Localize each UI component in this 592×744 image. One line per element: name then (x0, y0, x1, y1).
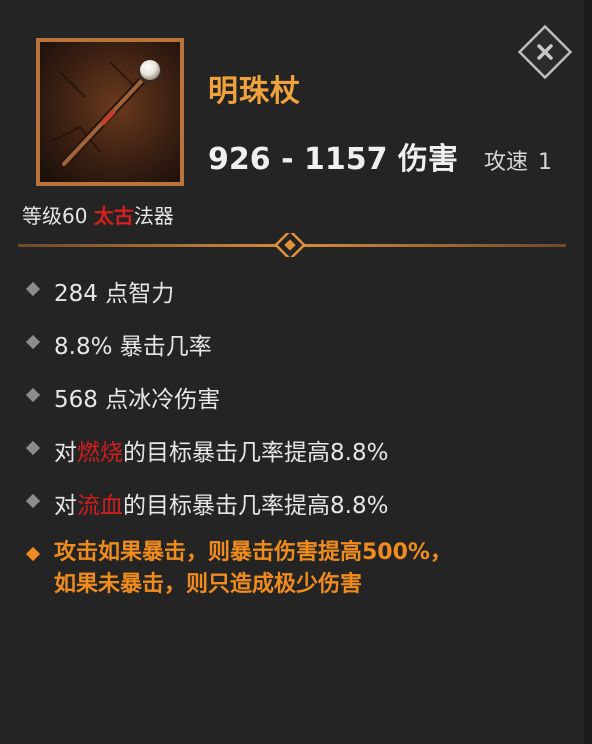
stat-line: 对流血的目标暴击几率提高8.8% (24, 480, 574, 533)
panel-edge (584, 0, 592, 744)
stat-line: 284 点智力 (24, 268, 574, 321)
attack-speed-value: 1 (538, 150, 553, 175)
stat-text: 568 点冰冷伤害 (54, 387, 221, 413)
stat-keyword: 流血 (77, 493, 123, 519)
bullet-icon (25, 493, 41, 509)
item-name: 明珠杖 (208, 74, 301, 109)
legendary-affix-line: 攻击如果暴击，则暴击伤害提高500%， (54, 540, 452, 565)
legendary-affix-line: 如果未暴击，则只造成极少伤害 (54, 572, 363, 597)
item-level-line: 等级60 太古法器 (22, 200, 174, 229)
staff-with-pearl-icon (40, 42, 180, 182)
bullet-icon (25, 440, 41, 456)
item-damage: 926 - 1157 伤害 (208, 142, 458, 177)
legendary-affix: 攻击如果暴击，则暴击伤害提高500%， 如果未暴击，则只造成极少伤害 (24, 533, 574, 601)
item-tier: 太古 (93, 204, 134, 228)
bullet-icon (25, 334, 41, 350)
bullet-icon (25, 281, 41, 297)
legendary-bullet-icon (25, 546, 41, 562)
stat-keyword: 燃烧 (77, 440, 123, 466)
stat-line: 8.8% 暴击几率 (24, 321, 574, 374)
close-icon (517, 24, 573, 80)
stat-suffix: 的目标暴击几率提高8.8% (123, 493, 389, 519)
stat-text: 对燃烧的目标暴击几率提高8.8% (54, 433, 388, 467)
stat-list: 284 点智力 8.8% 暴击几率 568 点冰冷伤害 对燃烧的目标暴击几率提高… (24, 268, 574, 601)
attack-speed: 攻速 1 (484, 144, 552, 176)
stat-text: 284 点智力 (54, 281, 175, 307)
stat-suffix: 的目标暴击几率提高8.8% (123, 440, 389, 466)
attack-speed-label: 攻速 (484, 150, 529, 175)
item-icon-frame (36, 38, 184, 186)
section-divider (18, 233, 566, 257)
stat-line: 568 点冰冷伤害 (24, 374, 574, 427)
close-button[interactable] (515, 22, 575, 82)
stat-text: 8.8% 暴击几率 (54, 334, 212, 360)
item-level: 等级60 (22, 204, 88, 228)
stat-prefix: 对 (54, 493, 77, 519)
stat-prefix: 对 (54, 440, 77, 466)
stat-text: 对流血的目标暴击几率提高8.8% (54, 486, 388, 520)
stat-line: 对燃烧的目标暴击几率提高8.8% (24, 427, 574, 480)
item-type: 法器 (133, 204, 174, 228)
bullet-icon (25, 387, 41, 403)
